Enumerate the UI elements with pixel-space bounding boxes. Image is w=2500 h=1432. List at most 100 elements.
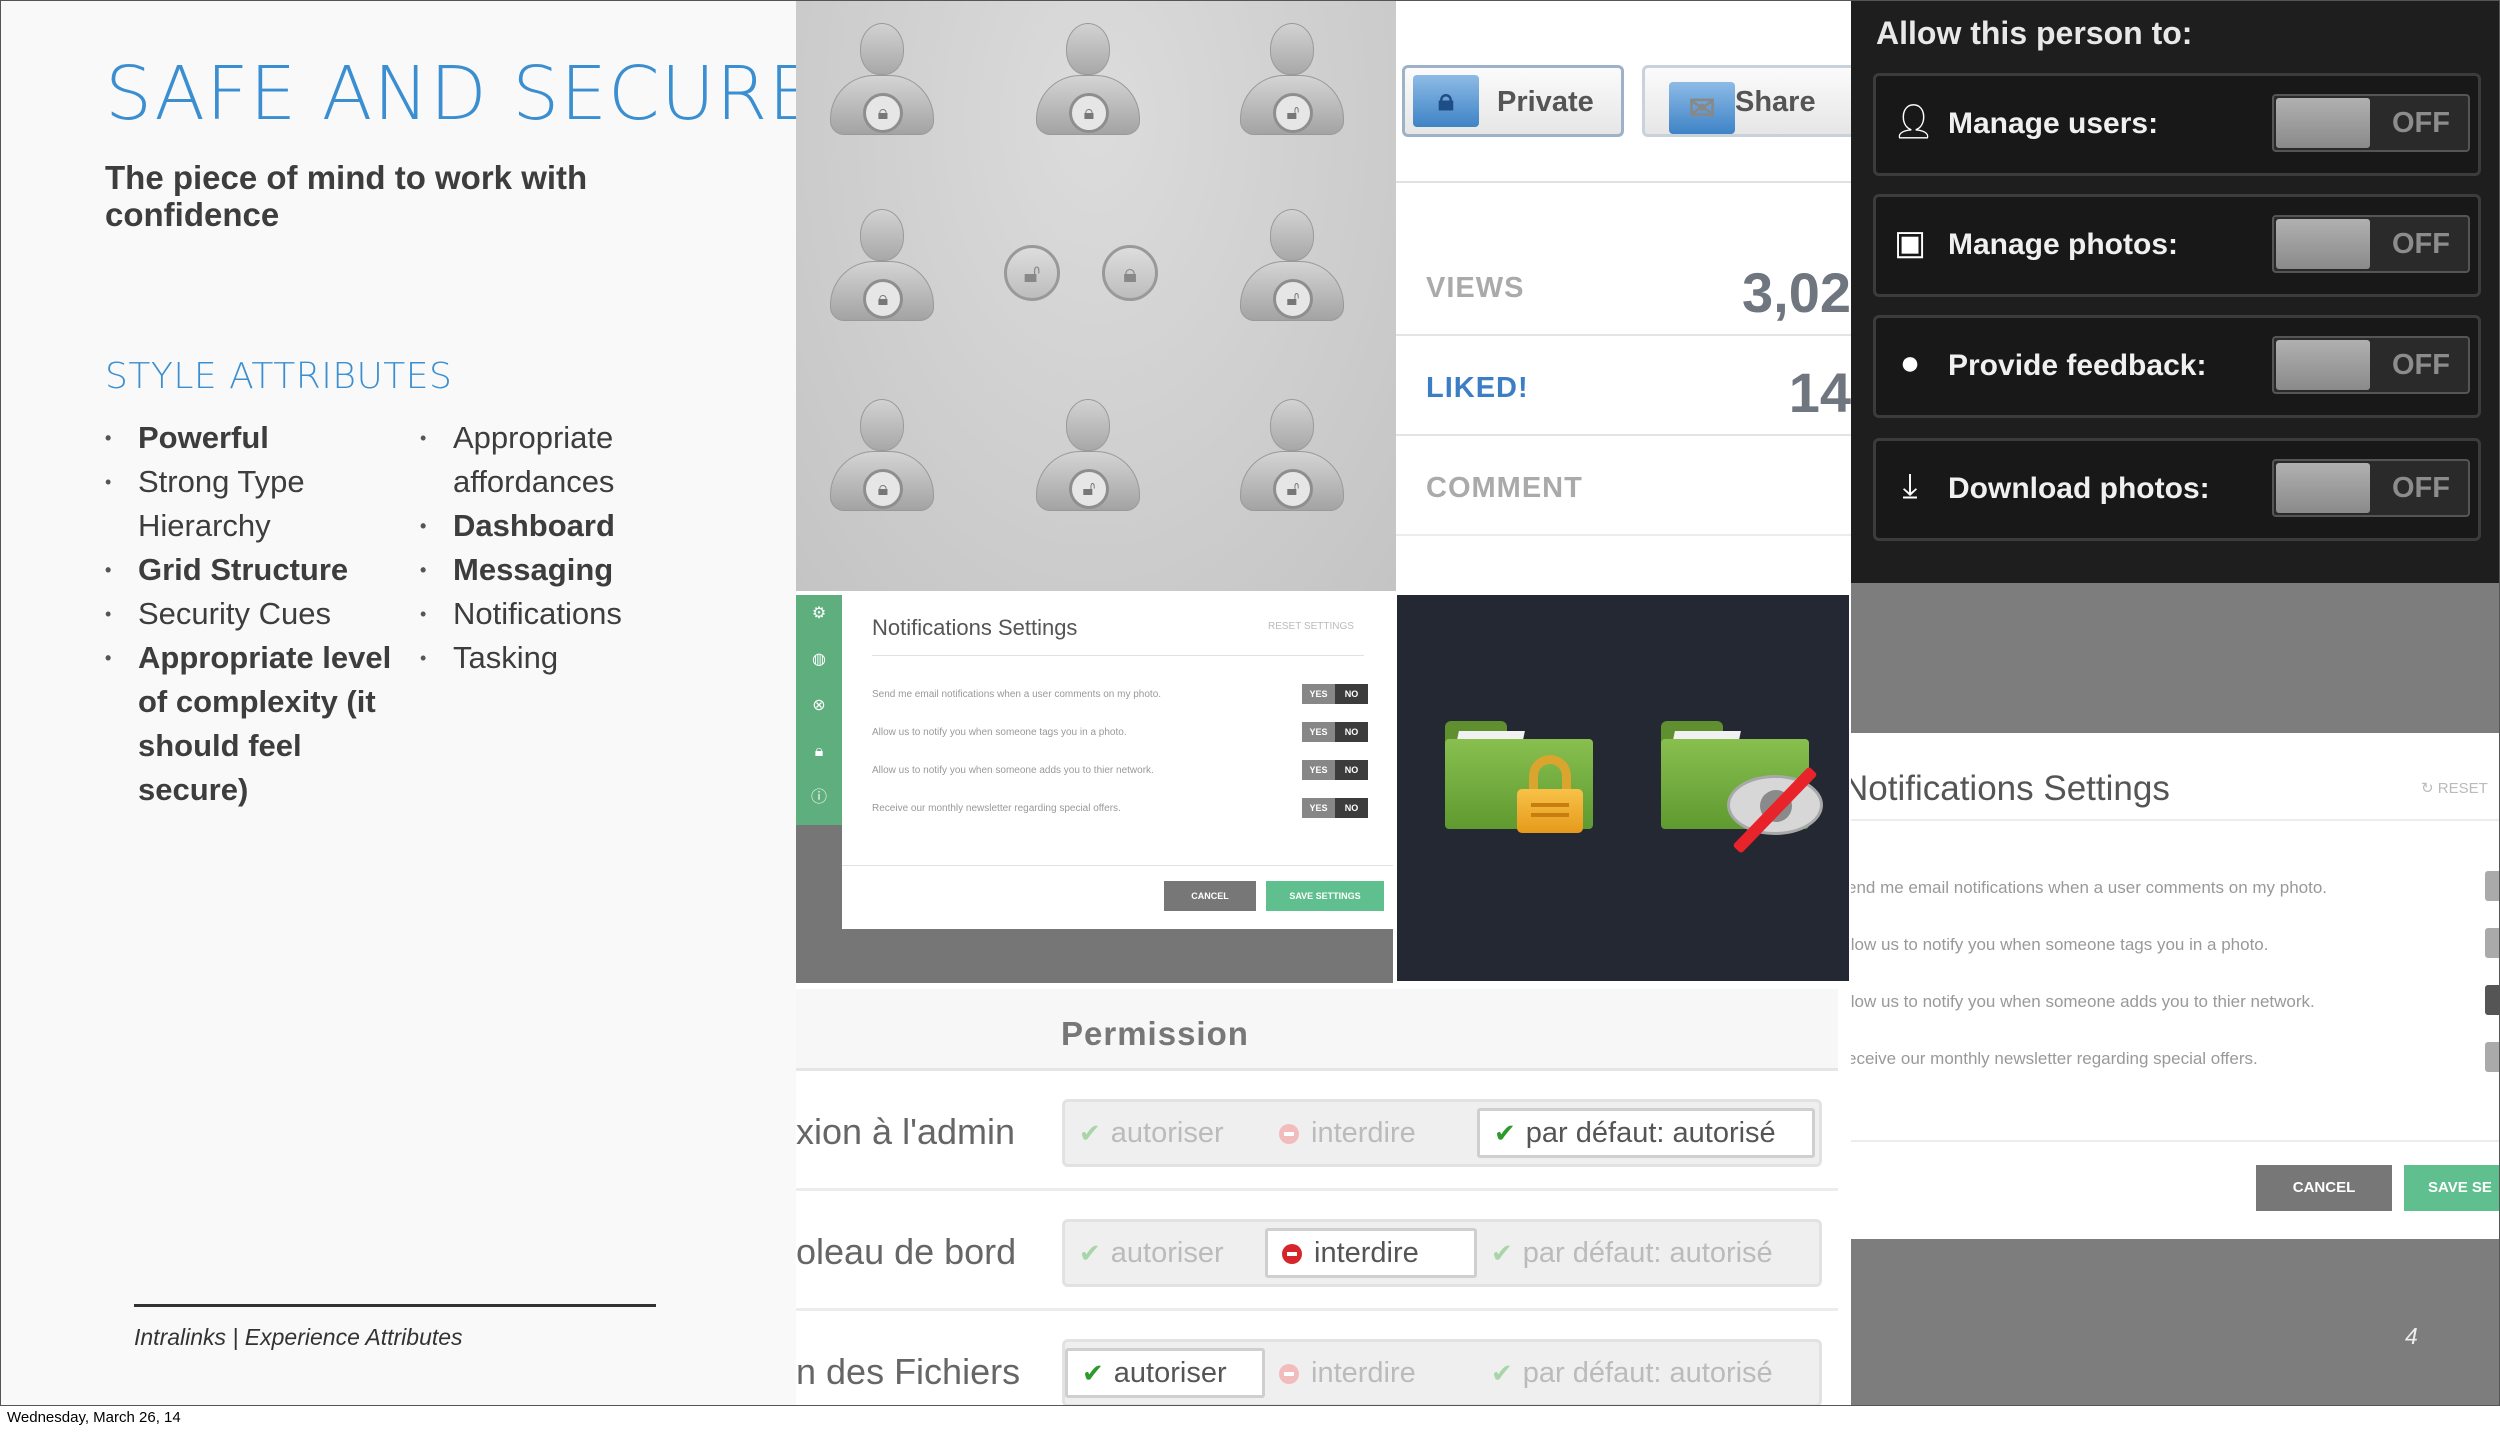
- slide: SAFE AND SECURE The piece of mind to wor…: [0, 0, 2500, 1406]
- slide-title: SAFE AND SECURE: [105, 51, 817, 137]
- cancel-button[interactable]: CANCEL: [1164, 881, 1256, 911]
- yes-no-toggle[interactable]: YES NO: [1302, 722, 1368, 742]
- manage-photos-toggle[interactable]: OFF: [2272, 215, 2470, 273]
- allow-option[interactable]: ✔ autoriser: [1065, 1228, 1265, 1278]
- notification-row-label: llow us to notify you when someone adds …: [1851, 992, 2315, 1011]
- globe-icon[interactable]: ◍: [808, 649, 830, 671]
- check-icon: ✔: [1491, 1358, 1513, 1388]
- reset-link[interactable]: ↻ RESET: [2421, 779, 2488, 797]
- stop-icon: [1279, 1124, 1299, 1144]
- default-allowed-option[interactable]: ✔ par défaut: autorisé: [1477, 1108, 1815, 1158]
- save-settings-button[interactable]: SAVE SETTINGS: [1266, 881, 1384, 911]
- user-lock-icon: 🔒︎: [1036, 23, 1140, 147]
- deny-option[interactable]: interdire: [1265, 1348, 1477, 1398]
- permission-row-label: xion à l'admin: [796, 1111, 1015, 1152]
- print-date: Wednesday, March 26, 14: [7, 1409, 181, 1426]
- permission-row-provide-feedback: ● Provide feedback: OFF: [1873, 315, 2481, 418]
- attribute-item: Tasking: [420, 636, 700, 680]
- slide-subtitle: The piece of mind to work with confidenc…: [105, 159, 588, 233]
- permission-segmented-control: ✔ autoriser interdire ✔ par défaut: autori…: [1062, 1099, 1822, 1167]
- notification-toggle[interactable]: [2485, 928, 2499, 958]
- stat-label: LIKED!: [1426, 372, 1529, 404]
- privacy-button-bar: 🔒︎ Private ✉ Share: [1396, 23, 1851, 183]
- notifications-settings-small: ⚙ ◍ ⊗ 🔒︎ ⓘ Notifications Settings RESET …: [796, 595, 1393, 983]
- toggle-state: OFF: [2392, 472, 2450, 504]
- save-settings-button[interactable]: SAVE SE: [2404, 1165, 2499, 1211]
- attribute-item: Messaging: [420, 548, 700, 592]
- check-icon: ✔: [1079, 1238, 1101, 1268]
- provide-feedback-toggle[interactable]: OFF: [2272, 336, 2470, 394]
- footer-text: Intralinks | Experience Attributes: [134, 1324, 463, 1350]
- permission-row: xion à l'admin ✔ autoriser interdire ✔ par…: [796, 1071, 1838, 1191]
- notification-toggle[interactable]: [2485, 1042, 2499, 1072]
- default-allowed-option[interactable]: ✔ par défaut: autorisé: [1477, 1348, 1815, 1398]
- private-button[interactable]: 🔒︎ Private: [1402, 65, 1624, 137]
- default-allowed-option[interactable]: ✔ par défaut: autorisé: [1477, 1228, 1815, 1278]
- left-text-column: SAFE AND SECURE The piece of mind to wor…: [1, 1, 815, 1405]
- attribute-item: Dashboard: [420, 504, 700, 548]
- padlock-icon: [1517, 755, 1583, 833]
- info-icon[interactable]: ⓘ: [808, 787, 830, 809]
- notifications-title: Notifications Settings: [872, 615, 1078, 640]
- check-icon: ✔: [1491, 1238, 1513, 1268]
- yes-no-toggle[interactable]: YES NO: [1302, 684, 1368, 704]
- gear-icon[interactable]: ⚙: [808, 603, 830, 625]
- folder-icons-panel: [1397, 595, 1849, 981]
- lifebuoy-icon[interactable]: ⊗: [808, 695, 830, 717]
- notification-toggle[interactable]: [2485, 985, 2499, 1015]
- attributes-list-right: Appropriate affordancesDashboardMessagin…: [420, 416, 700, 680]
- permission-label: Provide feedback:: [1948, 349, 2207, 382]
- stat-label: COMMENT: [1426, 472, 1583, 504]
- padlock-icon: 🔒︎: [1413, 75, 1479, 127]
- cancel-button[interactable]: CANCEL: [2256, 1165, 2392, 1211]
- footer-rule: [134, 1304, 656, 1307]
- allow-option[interactable]: ✔ autoriser: [1065, 1348, 1265, 1398]
- settings-sidebar: ⚙ ◍ ⊗ 🔒︎ ⓘ: [796, 595, 842, 825]
- notification-row-label: Receive our monthly newsletter regarding…: [872, 803, 1121, 814]
- permission-row-label: oleau de bord: [796, 1231, 1017, 1272]
- stat-row-comment: COMMENT: [1396, 436, 1851, 536]
- divider: [1851, 1140, 2499, 1142]
- attribute-item: Grid Structure: [105, 548, 405, 592]
- lock-icon[interactable]: 🔒︎: [808, 741, 830, 763]
- toggle-state: OFF: [2392, 349, 2450, 381]
- user-icon: 👤︎: [1892, 103, 1936, 141]
- attributes-list-left: PowerfulStrong Type HierarchyGrid Struct…: [105, 416, 405, 812]
- notification-toggle[interactable]: [2485, 871, 2499, 901]
- allow-option[interactable]: ✔ autoriser: [1065, 1108, 1265, 1158]
- download-icon: ⤓: [1902, 467, 1918, 505]
- notifications-card: Notifications Settings ↻ RESET end me em…: [1851, 733, 2499, 1239]
- manage-users-toggle[interactable]: OFF: [2272, 94, 2470, 152]
- permission-label: Manage photos:: [1948, 228, 2178, 261]
- stat-value: 3,02: [1742, 261, 1851, 324]
- private-button-label: Private: [1497, 86, 1594, 118]
- user-lock-icon-grid: 🔒︎ 🔒︎ 🔓︎ 🔒︎ 🔓︎ 🔒︎ 🔓︎ 🔒︎ 🔓︎ 🔓︎: [796, 1, 1396, 591]
- permission-row-label: n des Fichiers: [796, 1351, 1021, 1392]
- style-attributes-heading: STYLE ATTRIBUTES: [105, 356, 453, 397]
- yes-no-toggle[interactable]: YES NO: [1302, 760, 1368, 780]
- yes-no-toggle[interactable]: YES NO: [1302, 798, 1368, 818]
- download-photos-toggle[interactable]: OFF: [2272, 459, 2470, 517]
- deny-option[interactable]: interdire: [1265, 1228, 1477, 1278]
- reset-settings-link[interactable]: RESET SETTINGS: [1268, 621, 1354, 632]
- user-lock-icon: 🔒︎: [830, 23, 934, 147]
- permission-row-manage-photos: ▣ Manage photos: OFF: [1873, 194, 2481, 297]
- notifications-card: Notifications Settings RESET SETTINGS Se…: [842, 595, 1393, 929]
- permission-title: Permission: [1061, 1015, 1249, 1052]
- share-button[interactable]: ✉ Share: [1642, 65, 1851, 137]
- stop-icon: [1279, 1364, 1299, 1384]
- notifications-settings-large: Notifications Settings ↻ RESET end me em…: [1851, 583, 2499, 1405]
- page-number: 4: [2405, 1323, 2418, 1349]
- permission-segmented-control: ✔ autoriser interdire ✔ par défaut: autori…: [1062, 1219, 1822, 1287]
- attribute-item: Notifications: [420, 592, 700, 636]
- user-unlock-icon: 🔓︎: [1240, 209, 1344, 333]
- permission-header: Permission: [796, 989, 1838, 1071]
- stat-row-liked: LIKED! 14: [1396, 336, 1851, 436]
- permissions-title: Allow this person to:: [1876, 15, 2193, 51]
- toggle-state: OFF: [2392, 107, 2450, 139]
- user-lock-icon: 🔒︎: [830, 399, 934, 523]
- deny-option[interactable]: interdire: [1265, 1108, 1477, 1158]
- stat-label: VIEWS: [1426, 272, 1525, 304]
- permission-label: Manage users:: [1948, 107, 2159, 140]
- divider: [872, 655, 1364, 656]
